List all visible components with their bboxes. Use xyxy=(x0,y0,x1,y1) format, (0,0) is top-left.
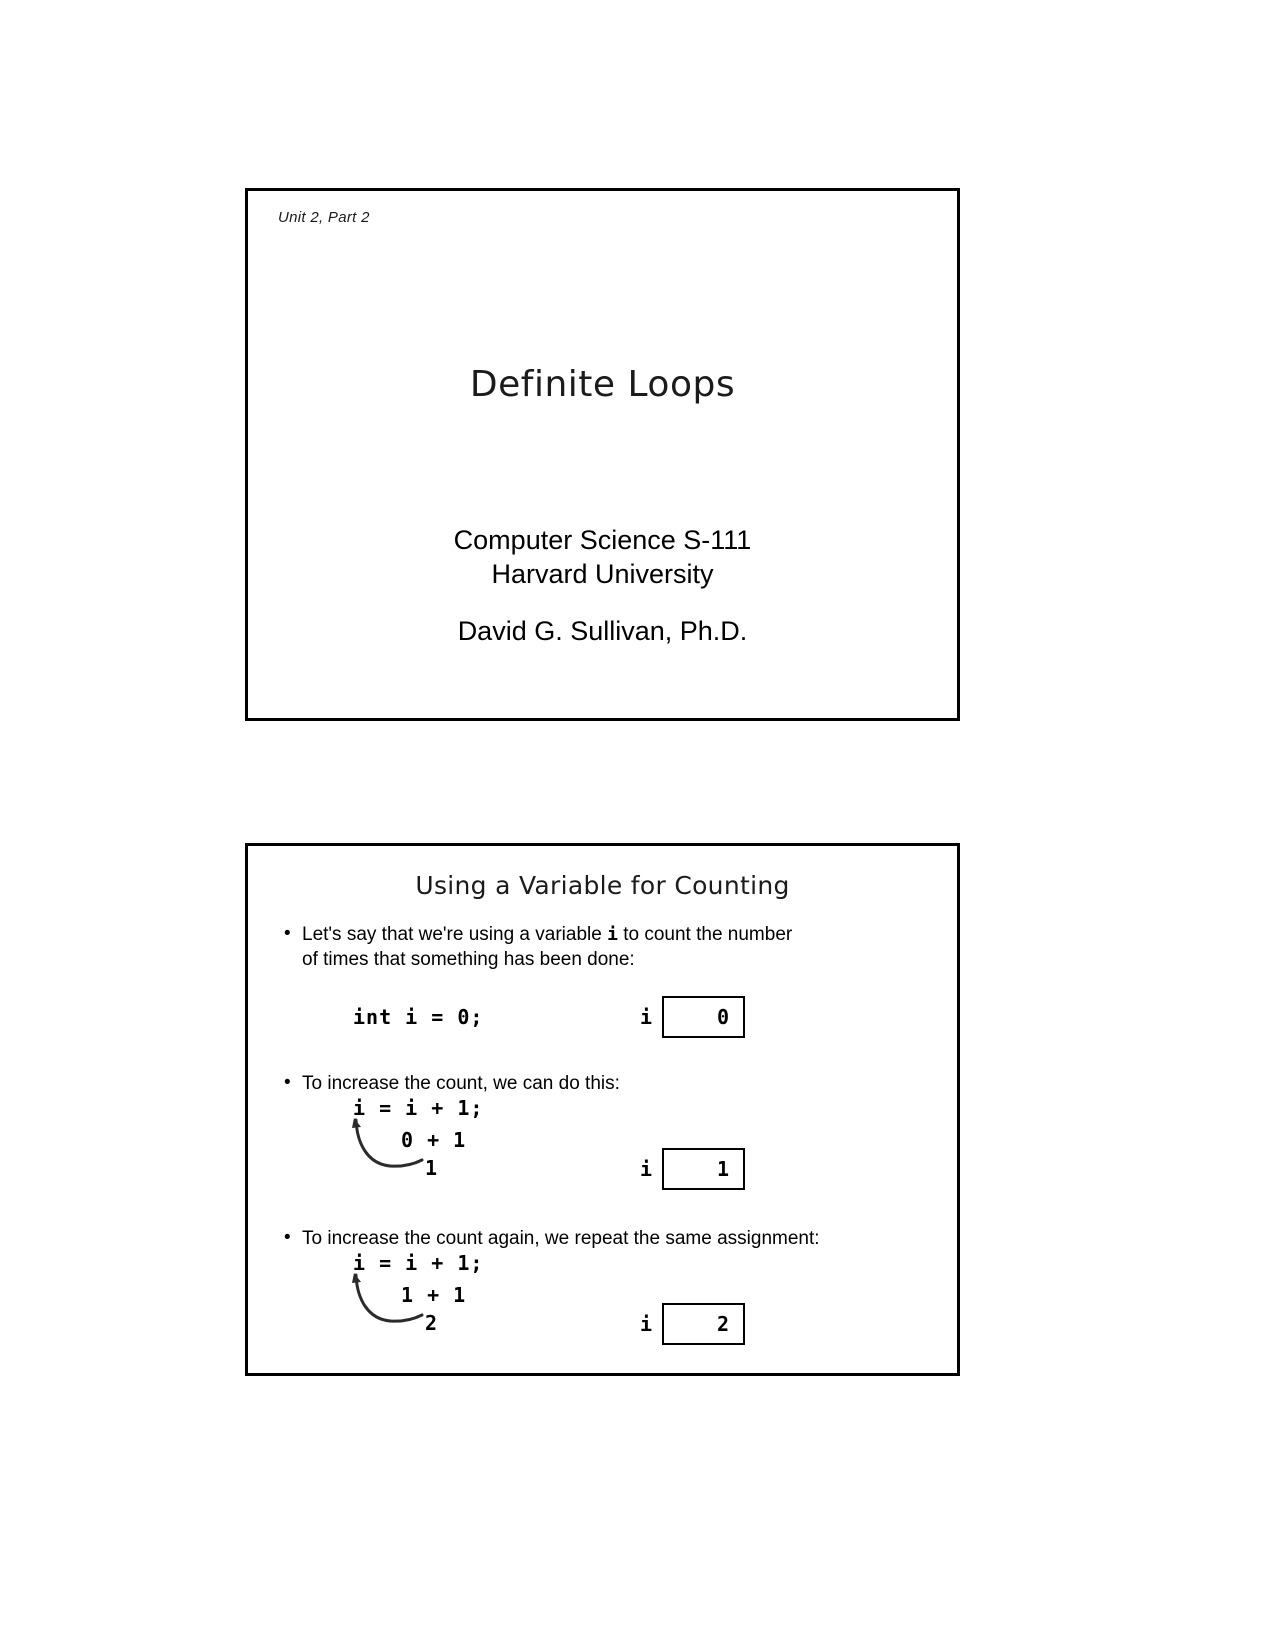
slide-title-page: Unit 2, Part 2 Definite Loops Computer S… xyxy=(245,188,960,721)
bullet-text-1: Let's say that we're using a variable i … xyxy=(302,922,792,972)
bullet-text-2: To increase the count, we can do this: xyxy=(302,1073,620,1094)
handout-page: Unit 2, Part 2 Definite Loops Computer S… xyxy=(0,0,1275,1650)
bullet-marker: • xyxy=(284,1227,291,1248)
bullet-item-2: • To increase the count, we can do this: xyxy=(284,1071,924,1096)
bullet-item-1: • Let's say that we're using a variable … xyxy=(284,922,924,972)
variable-box-group-3: i 2 xyxy=(640,1303,746,1345)
bullet-1-line-2: of times that something has been done: xyxy=(302,949,635,970)
bullet-marker: • xyxy=(284,1072,291,1093)
variable-box-group-2: i 1 xyxy=(640,1148,746,1190)
variable-label-2: i xyxy=(640,1157,653,1181)
bullet-marker: • xyxy=(284,923,291,944)
slide-using-a-variable-for-counting: Using a Variable for Counting • Let's sa… xyxy=(245,843,960,1376)
course-name: Computer Science S-111 xyxy=(453,525,752,555)
unit-part-header: Unit 2, Part 2 xyxy=(278,209,370,226)
variable-value-box-2: 1 xyxy=(662,1148,746,1190)
course-info-block: Computer Science S-111 Harvard Universit… xyxy=(248,523,957,591)
variable-i-inline: i xyxy=(607,924,618,945)
curved-arrow-icon-2 xyxy=(352,1273,424,1323)
bullet-text-3: To increase the count again, we repeat t… xyxy=(302,1228,820,1249)
variable-value-box-1: 0 xyxy=(662,996,746,1038)
bullet-1-part-b: to count the number xyxy=(623,924,793,945)
variable-box-group-1: i 0 xyxy=(640,996,746,1038)
slide-body: • Let's say that we're using a variable … xyxy=(248,908,957,1376)
author-name: David G. Sullivan, Ph.D. xyxy=(457,616,748,646)
slide-heading: Using a Variable for Counting xyxy=(415,871,790,900)
variable-label-3: i xyxy=(640,1312,653,1336)
institution-name: Harvard University xyxy=(491,559,714,589)
bullet-1-part-a: Let's say that we're using a variable xyxy=(302,924,602,945)
curved-arrow-icon-1 xyxy=(352,1118,424,1168)
variable-label-1: i xyxy=(640,1005,653,1029)
bullet-item-3: • To increase the count again, we repeat… xyxy=(284,1226,944,1251)
code-declaration: int i = 0; xyxy=(353,1005,484,1029)
variable-value-box-3: 2 xyxy=(662,1303,746,1345)
page-title: Definite Loops xyxy=(469,364,736,405)
